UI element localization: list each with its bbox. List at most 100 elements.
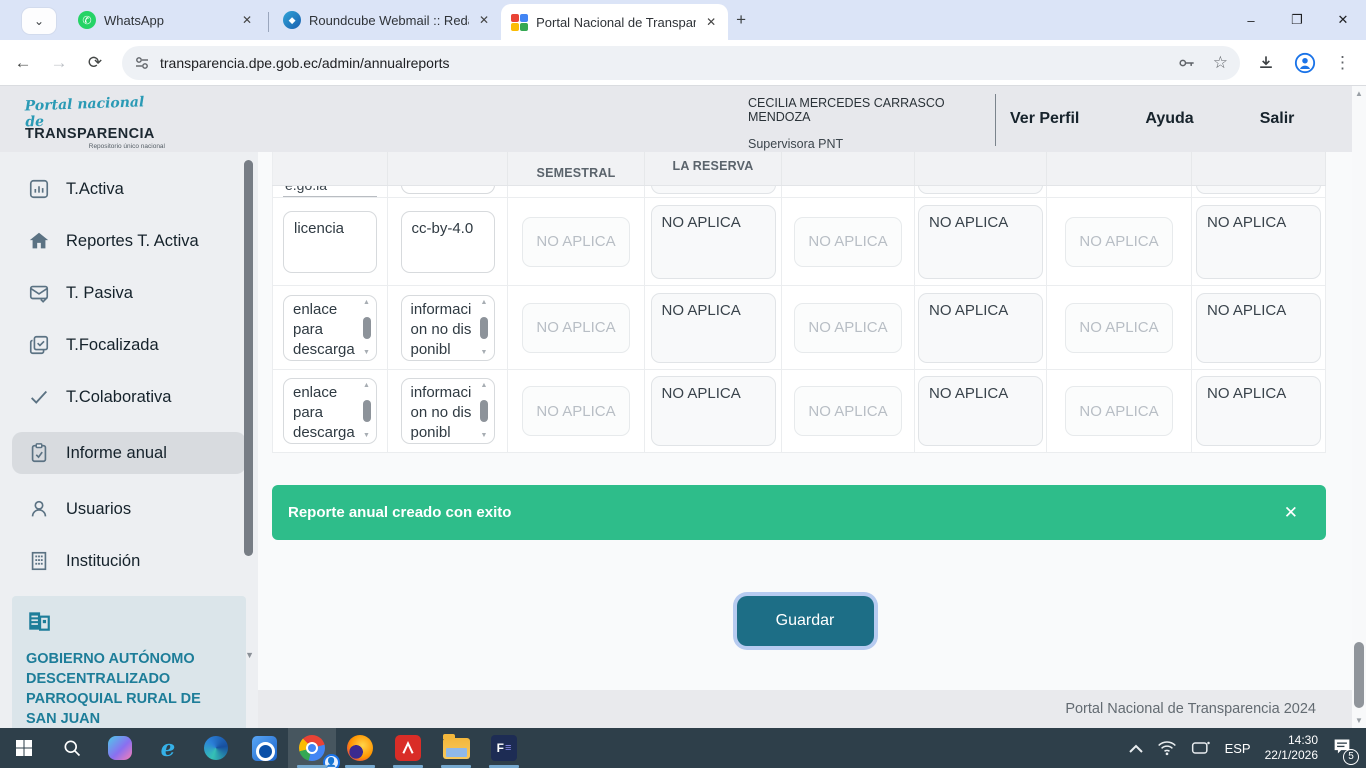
tab-title: WhatsApp (104, 13, 164, 28)
cell-textbox[interactable]: NO APLICA (918, 293, 1043, 363)
taskbar-ie-button[interactable]: e (144, 728, 192, 768)
bookmark-star-icon[interactable]: ☆ (1213, 53, 1228, 73)
sidebar-item-institucion[interactable]: Institución (12, 544, 246, 578)
tray-chevron-icon[interactable] (1129, 744, 1143, 753)
cell-disabled: NO APLICA (794, 386, 902, 436)
taskbar-copilot-button[interactable] (96, 728, 144, 768)
restore-icon: ❐ (1291, 12, 1303, 28)
forward-button[interactable]: → (46, 53, 72, 73)
download-icon[interactable] (1256, 53, 1276, 73)
minimize-icon: – (1247, 13, 1254, 28)
tab-roundcube[interactable]: ◆ Roundcube Webmail :: Redactar ✕ (273, 3, 501, 37)
portal-logo: Portal nacional de TRANSPARENCIA Reposit… (25, 96, 165, 150)
taskbar-outlook-button[interactable] (240, 728, 288, 768)
tab-whatsapp[interactable]: ✆ WhatsApp ✕ (68, 3, 264, 37)
alert-close-icon[interactable]: ✕ (1284, 503, 1298, 523)
clipped-input[interactable]: e.go.la (283, 186, 377, 197)
scrollbar-thumb[interactable] (1354, 642, 1364, 708)
url-text[interactable]: transparencia.dpe.gob.ec/admin/annualrep… (160, 55, 1177, 71)
sidebar-item-t-pasiva[interactable]: T. Pasiva (12, 276, 246, 310)
clipped-input[interactable] (401, 186, 495, 194)
restore-button[interactable]: ❐ (1274, 0, 1320, 40)
cell-textbox[interactable]: NO APLICA (1196, 293, 1321, 363)
textarea-scrollbar[interactable]: ▲▼ (478, 299, 491, 357)
sidebar: T.Activa Reportes T. Activa T. Pasiva T.… (0, 152, 258, 728)
firefox-icon (347, 735, 373, 761)
password-key-icon[interactable] (1177, 53, 1197, 73)
back-button[interactable]: ← (10, 53, 36, 73)
tab-list-chevron-button[interactable]: ⌄ (22, 8, 56, 34)
sidebar-item-t-activa[interactable]: T.Activa (12, 172, 246, 206)
institution-box[interactable]: GOBIERNO AUTÓNOMO DESCENTRALIZADO PARROQ… (12, 596, 246, 745)
start-icon (15, 739, 33, 757)
cast-icon[interactable] (1191, 740, 1211, 756)
language-indicator[interactable]: ESP (1225, 741, 1251, 756)
taskbar-firefox-button[interactable] (336, 728, 384, 768)
sidebar-item-t-colaborativa[interactable]: T.Colaborativa (12, 380, 246, 414)
cell-input[interactable]: cc-by-4.0 (401, 211, 495, 273)
minimize-button[interactable]: – (1228, 0, 1274, 40)
taskbar-edge-button[interactable] (192, 728, 240, 768)
tab-portal-active[interactable]: Portal Nacional de Transparenc ✕ (501, 4, 728, 40)
link-salir[interactable]: Salir (1260, 110, 1295, 128)
page-scrollbar[interactable]: ▲ ▼ (1352, 86, 1366, 728)
taskbar-explorer-button[interactable] (432, 728, 480, 768)
institution-name: GOBIERNO AUTÓNOMO DESCENTRALIZADO PARROQ… (26, 649, 232, 729)
table-header-row: SEMESTRAL LA RESERVA (272, 152, 1326, 186)
notifications-button[interactable]: 5 (1332, 737, 1352, 760)
reload-button[interactable]: ⟳ (82, 53, 108, 73)
sidebar-item-label: Reportes T. Activa (66, 232, 199, 251)
cell-textbox[interactable]: NO APLICA (651, 293, 776, 363)
cell-textbox[interactable]: NO APLICA (1196, 205, 1321, 279)
tab-close-icon[interactable]: ✕ (704, 15, 718, 29)
new-tab-button[interactable]: + (736, 10, 746, 30)
profile-icon[interactable] (1294, 52, 1316, 74)
scrollbar-up-icon[interactable]: ▲ (1352, 89, 1366, 98)
cell-input[interactable]: licencia (283, 211, 377, 273)
sidebar-item-t-focalizada[interactable]: T.Focalizada (12, 328, 246, 362)
sidebar-item-label: T.Focalizada (66, 336, 159, 355)
sidebar-scrollbar-down-icon[interactable]: ▼ (245, 650, 254, 660)
taskbar-adobe-button[interactable] (384, 728, 432, 768)
close-button[interactable]: ✕ (1320, 0, 1366, 40)
taskbar-chrome-button[interactable]: 👤 (288, 728, 336, 768)
sidebar-item-informe-anual[interactable]: Informe anual (12, 432, 246, 474)
cell-textbox[interactable]: NO APLICA (651, 376, 776, 446)
link-ayuda[interactable]: Ayuda (1145, 110, 1193, 128)
footer: Portal Nacional de Transparencia 2024 (258, 690, 1352, 728)
cell-textarea[interactable]: enlace para descarga ▲▼ (283, 378, 377, 444)
save-button[interactable]: Guardar (737, 596, 874, 646)
scrollbar-down-icon[interactable]: ▼ (1352, 716, 1366, 725)
sidebar-item-usuarios[interactable]: Usuarios (12, 492, 246, 526)
start-button[interactable] (0, 728, 48, 768)
tab-close-icon[interactable]: ✕ (240, 13, 254, 27)
textarea-scrollbar[interactable]: ▲▼ (478, 382, 491, 440)
textarea-scrollbar[interactable]: ▲▼ (360, 299, 373, 357)
sidebar-item-label: Usuarios (66, 500, 131, 519)
copy-check-icon (28, 334, 50, 356)
sidebar-item-reportes-t-activa[interactable]: Reportes T. Activa (12, 224, 246, 258)
f-app-icon: F≡ (491, 735, 517, 761)
url-bar[interactable]: transparencia.dpe.gob.ec/admin/annualrep… (122, 46, 1240, 80)
edge-icon (204, 736, 228, 760)
menu-kebab-icon[interactable]: ⋮ (1334, 53, 1351, 73)
site-info-icon[interactable] (134, 55, 150, 71)
cell-textbox[interactable]: NO APLICA (1196, 376, 1321, 446)
cell-textarea[interactable]: enlace para descarga ▲▼ (283, 295, 377, 361)
cell-textbox[interactable]: NO APLICA (918, 376, 1043, 446)
sidebar-scrollbar-thumb[interactable] (244, 160, 253, 556)
textarea-scrollbar[interactable]: ▲▼ (360, 382, 373, 440)
cell-disabled: NO APLICA (522, 217, 630, 267)
link-ver-perfil[interactable]: Ver Perfil (1010, 110, 1079, 128)
cell-textarea[interactable]: informacion no disponibl ▲▼ (401, 378, 495, 444)
tab-close-icon[interactable]: ✕ (477, 13, 491, 27)
wifi-icon[interactable] (1157, 740, 1177, 756)
table-header-cell (915, 152, 1047, 185)
taskbar-fapp-button[interactable]: F≡ (480, 728, 528, 768)
clock[interactable]: 14:30 22/1/2026 (1265, 733, 1318, 763)
cell-textarea[interactable]: informacion no disponibl ▲▼ (401, 295, 495, 361)
cell-textbox[interactable]: NO APLICA (918, 205, 1043, 279)
taskbar-search-button[interactable] (48, 728, 96, 768)
adobe-reader-icon (395, 735, 421, 761)
cell-textbox[interactable]: NO APLICA (651, 205, 776, 279)
